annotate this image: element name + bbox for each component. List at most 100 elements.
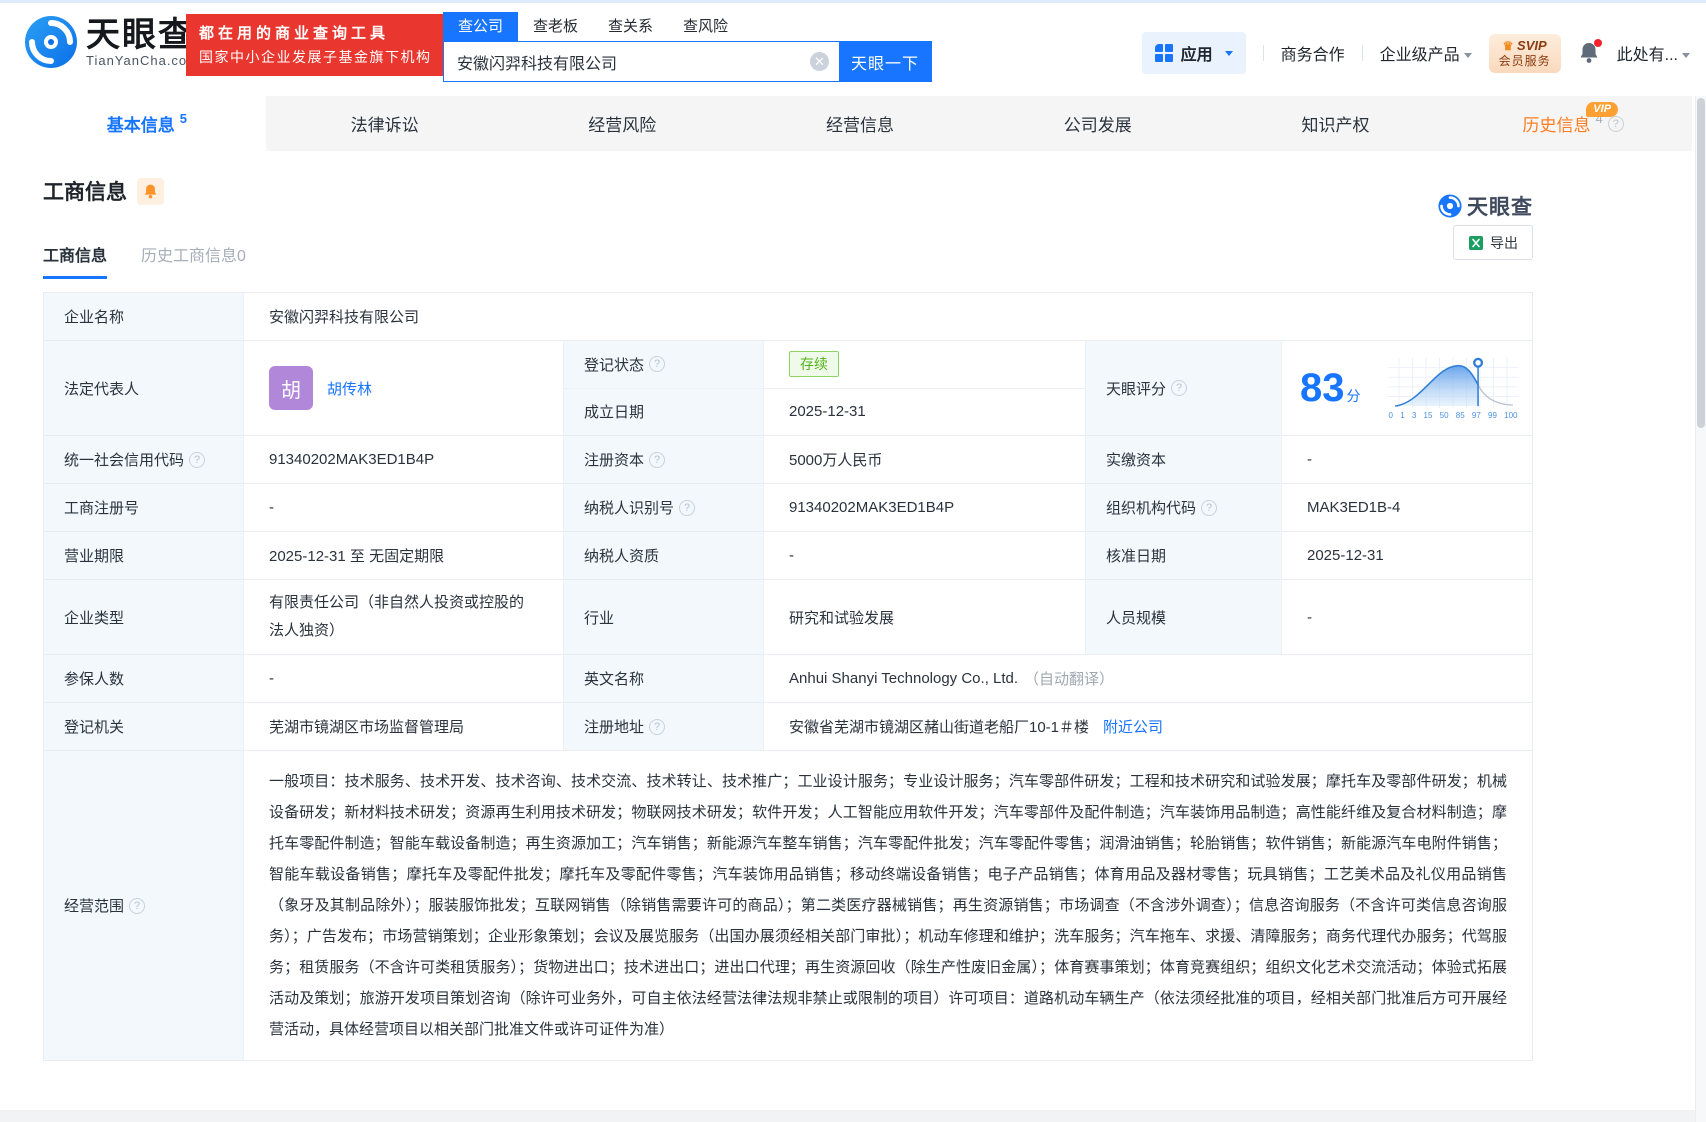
- company-name-value: 安徽闪羿科技有限公司: [269, 309, 420, 326]
- tab-history-info[interactable]: VIP 历史信息 4: [1454, 96, 1692, 151]
- nav-business-coop[interactable]: 商务合作: [1281, 41, 1345, 65]
- chevron-down-icon: [1682, 53, 1690, 59]
- score-cell[interactable]: 83 分 0 1 3 15 50 85 97 99 100: [1282, 341, 1532, 435]
- tab-basic-info[interactable]: 基本信息 5: [28, 96, 266, 151]
- est-date-value: 2025-12-31: [789, 403, 866, 421]
- section-title: 工商信息: [43, 181, 127, 204]
- field-value: -: [244, 484, 564, 531]
- promo-line1: 都在用的商业查询工具: [199, 25, 390, 42]
- field-label: 登记机关: [44, 703, 244, 750]
- field-label: 纳税人资质: [564, 532, 764, 579]
- field-value: 91340202MAK3ED1B4P: [764, 484, 1086, 531]
- tianyancha-logo-icon: [1438, 194, 1462, 218]
- search-button[interactable]: 天眼一下: [839, 42, 931, 81]
- tab-operating-risk[interactable]: 经营风险: [503, 96, 741, 151]
- help-icon[interactable]: [189, 451, 206, 468]
- auto-translate-note: （自动翻译）: [1024, 671, 1115, 688]
- svip-member-badge[interactable]: ♛ SVIP 会员服务: [1488, 33, 1561, 73]
- search-tabs: 查公司 查老板 查关系 查风险: [443, 12, 932, 41]
- field-label: 营业期限: [44, 532, 244, 579]
- help-icon[interactable]: [649, 356, 666, 373]
- field-value: -: [1307, 451, 1312, 468]
- help-icon[interactable]: [1201, 499, 1218, 516]
- field-value: 91340202MAK3ED1B4P: [244, 436, 564, 483]
- apps-label: 应用: [1180, 47, 1213, 64]
- table-row: 统一社会信用代码 91340202MAK3ED1B4P 注册资本 5000万人民…: [44, 436, 1532, 484]
- avatar[interactable]: 胡: [269, 366, 313, 410]
- help-icon[interactable]: [649, 718, 666, 735]
- table-row: 企业类型 有限责任公司（非自然人投资或控股的法人独资） 行业 研究和试验发展 人…: [44, 580, 1532, 655]
- help-icon[interactable]: [1607, 115, 1624, 132]
- field-value: 2025-12-31: [1307, 547, 1384, 564]
- table-row: 企业名称 安徽闪羿科技有限公司: [44, 293, 1532, 341]
- table-row: 经营范围 一般项目：技术服务、技术开发、技术咨询、技术交流、技术转让、技术推广；…: [44, 751, 1532, 1061]
- notifications-bell[interactable]: [1578, 39, 1602, 65]
- field-value: 有限责任公司（非自然人投资或控股的法人独资）: [244, 580, 564, 654]
- field-label: 参保人数: [44, 655, 244, 702]
- business-info-table: 企业名称 安徽闪羿科技有限公司 法定代表人 胡 胡传林 登记状态 存续 成立日期…: [43, 292, 1533, 1061]
- monitor-bell-button[interactable]: [137, 177, 164, 205]
- tab-company-development[interactable]: 公司发展: [979, 96, 1217, 151]
- address-value: 安徽省芜湖市镜湖区赭山街道老船厂10-1＃楼 附近公司: [764, 703, 1532, 750]
- table-row: 营业期限 2025-12-31 至 无固定期限 纳税人资质 - 核准日期 202…: [44, 532, 1532, 580]
- help-icon[interactable]: [1171, 380, 1188, 396]
- search-area: 查公司 查老板 查关系 查风险 ✕ 天眼一下: [443, 12, 932, 82]
- help-icon[interactable]: [679, 499, 696, 516]
- bottom-divider: [0, 1110, 1706, 1122]
- crown-icon: ♛: [1502, 38, 1514, 53]
- table-row: 登记机关 芜湖市镜湖区市场监督管理局 注册地址 安徽省芜湖市镜湖区赭山街道老船厂…: [44, 703, 1532, 751]
- legal-rep-link[interactable]: 胡传林: [327, 378, 372, 399]
- tianyancha-watermark: 天眼查: [1438, 191, 1533, 221]
- site-header: 天眼查 TianYanCha.com 都在用的商业查询工具 国家中小企业发展子基…: [0, 3, 1706, 96]
- score-value: 83: [1300, 366, 1345, 410]
- field-label: 经营范围: [44, 751, 244, 1060]
- chevron-down-icon: [1224, 50, 1233, 56]
- apps-menu[interactable]: 应用: [1141, 32, 1246, 74]
- field-label: 统一社会信用代码: [44, 436, 244, 483]
- nav-enterprise-products[interactable]: 企业级产品: [1380, 41, 1472, 65]
- scrollbar-thumb[interactable]: [1697, 98, 1705, 428]
- sub-tabs: 工商信息 历史工商信息0: [43, 242, 1533, 279]
- help-icon[interactable]: [649, 451, 666, 468]
- field-label: 法定代表人: [44, 341, 244, 435]
- search-input[interactable]: [444, 42, 810, 81]
- search-tab-risk[interactable]: 查风险: [668, 12, 743, 41]
- help-icon[interactable]: [129, 897, 146, 914]
- clear-search-icon[interactable]: ✕: [810, 52, 829, 71]
- english-name-value: Anhui Shanyi Technology Co., Ltd. （自动翻译）: [789, 670, 1115, 688]
- field-value: 5000万人民币: [764, 436, 1086, 483]
- field-label: 企业类型: [44, 580, 244, 654]
- scrollbar[interactable]: [1695, 96, 1706, 1122]
- vip-badge: VIP: [1586, 102, 1619, 117]
- nearby-companies-link[interactable]: 附近公司: [1103, 716, 1163, 737]
- field-value: MAK3ED1B-4: [1307, 499, 1401, 516]
- field-label: 工商注册号: [44, 484, 244, 531]
- tianyancha-logo[interactable]: 天眼查 TianYanCha.com: [24, 15, 199, 69]
- page-tab-bar: 基本信息 5 法律诉讼 经营风险 经营信息 公司发展 知识产权 VIP 历史信息 4: [28, 96, 1692, 151]
- subtab-history-business-info[interactable]: 历史工商信息0: [141, 242, 246, 279]
- business-info-section: 工商信息 天眼查 工商信息 历史工商信息0 导出 企业名称 安徽闪羿科技有限公司…: [43, 151, 1533, 1061]
- divider: [1262, 45, 1264, 61]
- tab-operating-info[interactable]: 经营信息: [741, 96, 979, 151]
- export-button[interactable]: 导出: [1453, 225, 1533, 260]
- search-tab-boss[interactable]: 查老板: [518, 12, 593, 41]
- field-value: 芜湖市镜湖区市场监督管理局: [244, 703, 564, 750]
- field-label: 行业: [564, 580, 764, 654]
- field-value: -: [764, 532, 1086, 579]
- logo-domain: TianYanCha.com: [86, 52, 199, 68]
- tab-legal-proceedings[interactable]: 法律诉讼: [266, 96, 504, 151]
- table-row: 参保人数 - 英文名称 Anhui Shanyi Technology Co.,…: [44, 655, 1532, 703]
- status-badge: 存续: [789, 351, 839, 378]
- user-menu[interactable]: 此处有...: [1617, 41, 1690, 65]
- table-row: 法定代表人 胡 胡传林 登记状态 存续 成立日期 2025-12-31 天眼评分…: [44, 341, 1532, 436]
- tab-intellectual-property[interactable]: 知识产权: [1217, 96, 1455, 151]
- field-label: 注册资本: [564, 436, 764, 483]
- field-label: 英文名称: [564, 655, 764, 702]
- score-distribution-chart: 0 1 3 15 50 85 97 99 100: [1384, 356, 1522, 420]
- field-label: 组织机构代码: [1086, 484, 1282, 531]
- field-label: 注册地址: [564, 703, 764, 750]
- chart-axis-ticks: 0 1 3 15 50 85 97 99 100: [1388, 411, 1518, 420]
- search-tab-relation[interactable]: 查关系: [593, 12, 668, 41]
- subtab-business-info[interactable]: 工商信息: [43, 242, 108, 279]
- search-tab-company[interactable]: 查公司: [443, 12, 519, 41]
